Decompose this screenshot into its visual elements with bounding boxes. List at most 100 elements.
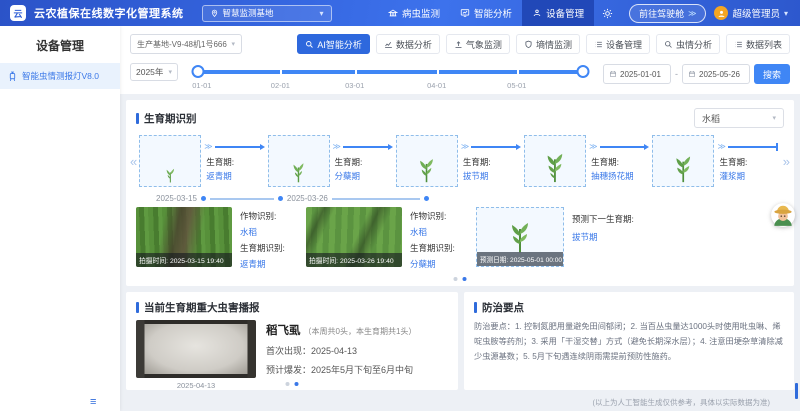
sidebar-item-pest-lamp[interactable]: 智能虫情测报灯V8.0 (0, 63, 120, 89)
collapse-menu-icon[interactable]: ≡ (90, 397, 96, 408)
stage-link[interactable]: 拔节期 (463, 170, 491, 184)
slider-track[interactable] (198, 70, 583, 74)
trap-photo[interactable] (136, 320, 256, 378)
device-manage-button[interactable]: 设备管理 (586, 34, 650, 54)
app-logo-icon: 云 (10, 5, 26, 21)
slider-tick (437, 70, 439, 74)
user-menu[interactable]: 超级管理员 ▾ (714, 6, 792, 20)
crop-link[interactable]: 水稻 (410, 226, 468, 238)
growth-section-title: 生育期识别 (144, 111, 197, 126)
base-station-select[interactable]: 智慧监测基地 ▾ (202, 5, 332, 22)
prev-stages-chevron[interactable]: « (128, 154, 139, 169)
field-photo-2[interactable]: 拍摄时间: 2025-03-26 19:40 (306, 207, 402, 267)
crop-link[interactable]: 水稻 (240, 226, 298, 238)
stage-image-1[interactable] (139, 135, 201, 187)
arrow-right-icon: ≫ (589, 143, 649, 151)
chevron-down-icon: ▾ (168, 68, 172, 76)
carousel-dot[interactable] (454, 277, 458, 281)
calendar-icon (688, 70, 696, 78)
stage-image-3[interactable] (396, 135, 458, 187)
stage-label: 生育期: 灌浆期 (719, 156, 747, 183)
nav-device-management[interactable]: 设备管理 (522, 0, 594, 26)
settings-button[interactable] (594, 8, 621, 19)
chart-icon (460, 8, 470, 18)
stage-link[interactable]: 返青期 (240, 258, 298, 270)
filter-band: 生产基地-V9-48机1号666075 ▾ AI智能分析 数据分析 (120, 26, 800, 94)
soil-moisture-button[interactable]: 墒情监测 (516, 34, 580, 54)
next-stages-chevron[interactable]: » (781, 154, 792, 169)
timeline-line (210, 198, 274, 200)
user-icon (717, 9, 726, 18)
growth-stage-flow: « ≫ 生育期: 返青期 (126, 128, 794, 187)
first-seen-row: 首次出现：2025-04-13 (266, 344, 416, 357)
app-root: 云 云农植保在线数字化管理系统 智慧监测基地 ▾ 病虫监测 智能分析 (0, 0, 800, 411)
field-photo-1[interactable]: 拍摄时间: 2025-03-15 19:40 (136, 207, 232, 267)
app-title: 云农植保在线数字化管理系统 (34, 5, 184, 21)
data-list-button[interactable]: 数据列表 (726, 34, 790, 54)
slider-handle-start[interactable] (192, 65, 205, 78)
ai-analysis-button[interactable]: AI智能分析 (297, 34, 370, 54)
stage-link[interactable]: 抽穗扬花期 (591, 170, 634, 184)
rice-plant-icon (508, 220, 532, 254)
arrow-right-icon: ≫ (333, 143, 393, 151)
weather-monitor-button[interactable]: 气象监测 (446, 34, 510, 54)
pest-section-title: 当前生育期重大虫害播报 (144, 300, 260, 315)
goto-cockpit-button[interactable]: 前往驾驶舱 ≫ (629, 4, 706, 23)
start-date-input[interactable]: 2025-01-01 (603, 64, 671, 84)
crop-select[interactable]: 水稻 ▾ (694, 108, 784, 128)
stage-link[interactable]: 返青期 (206, 170, 234, 184)
seedling-icon (417, 156, 436, 183)
prediction-card[interactable]: 预测日期: 2025-05-01 00:00 (476, 207, 564, 267)
timeline-dot (424, 196, 429, 201)
main-content: 生产基地-V9-48机1号666075 ▾ AI智能分析 数据分析 (120, 26, 800, 411)
calendar-icon (609, 70, 617, 78)
nav-intelligent-analysis[interactable]: 智能分析 (450, 0, 522, 26)
pest-analysis-button[interactable]: 虫情分析 (656, 34, 720, 54)
slider-tick (517, 70, 519, 74)
carousel-dot-active[interactable] (295, 382, 299, 386)
device-icon (532, 8, 542, 18)
prevention-section-title: 防治要点 (482, 300, 524, 315)
carousel-dot[interactable] (286, 382, 290, 386)
end-date-input[interactable]: 2025-05-26 (682, 64, 750, 84)
search-button[interactable]: 搜索 (754, 64, 790, 84)
side-widget-handle[interactable] (795, 383, 798, 399)
stage-image-5[interactable] (652, 135, 714, 187)
assistant-mascot[interactable] (770, 202, 796, 228)
slider-label: 03-01 (345, 81, 364, 90)
stage-connector: ≫ 生育期: 返青期 (201, 135, 267, 187)
carousel-dot-active[interactable] (463, 277, 467, 281)
stage-link[interactable]: 分蘖期 (335, 170, 363, 184)
date-range-slider[interactable]: 01-01 02-01 03-01 04-01 05-01 (188, 63, 593, 95)
stage-link[interactable]: 分蘖期 (410, 258, 468, 270)
slider-label: 05-01 (507, 81, 526, 90)
prevention-panel-header: 防治要点 (464, 292, 794, 315)
building-icon (388, 8, 398, 18)
data-analysis-button[interactable]: 数据分析 (376, 34, 440, 54)
stage-image-4[interactable] (524, 135, 586, 187)
prevention-panel: 防治要点 防治要点：1. 控制氮肥用量避免田间郁闭；2. 当百丛虫量达1000头… (464, 292, 794, 390)
slider-label: 02-01 (271, 81, 290, 90)
stage-connector: ≫ 生育期: 拔节期 (458, 135, 524, 187)
pest-broadcast-panel: 当前生育期重大虫害播报 2025-04-13 稻飞虱 （本周共0头，本生育期共1… (126, 292, 458, 390)
device-select[interactable]: 生产基地-V9-48机1号666075 ▾ (130, 34, 242, 54)
stage-link[interactable]: 灌浆期 (719, 170, 747, 184)
pest-info: 稻飞虱 （本周共0头，本生育期共1头） 首次出现：2025-04-13 预计爆发… (266, 320, 416, 390)
toolbar: 生产基地-V9-48机1号666075 ▾ AI智能分析 数据分析 (120, 26, 800, 54)
year-select[interactable]: 2025年 ▾ (130, 63, 178, 81)
stage-image-2[interactable] (268, 135, 330, 187)
stage-link[interactable]: 拔节期 (572, 231, 668, 243)
stage-label: 生育期: 抽穗扬花期 (591, 156, 634, 183)
base-station-value: 智慧监测基地 (223, 7, 274, 19)
chevron-down-icon: ▾ (784, 9, 788, 18)
slider-tick (280, 70, 282, 74)
capture-timeline: 2025-03-15 2025-03-26 (156, 194, 794, 203)
sidebar: 设备管理 智能虫情测报灯V8.0 ≡ (0, 26, 120, 411)
top-nav: 病虫监测 智能分析 设备管理 前往驾驶舱 (378, 0, 792, 26)
nav-pest-monitoring[interactable]: 病虫监测 (378, 0, 450, 26)
slider-handle-end[interactable] (577, 65, 590, 78)
seedling-icon (164, 165, 177, 183)
chevron-down-icon: ▾ (319, 9, 323, 18)
pest-panel-header: 当前生育期重大虫害播报 (126, 292, 458, 315)
avatar (714, 6, 728, 20)
